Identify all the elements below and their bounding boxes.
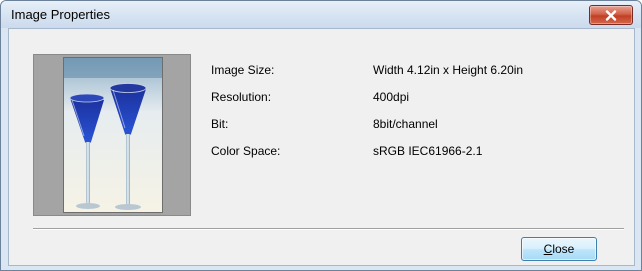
dialog-title: Image Properties [11, 7, 110, 22]
separator-line [33, 228, 624, 230]
color-space-label: Color Space: [211, 144, 281, 158]
close-button-accel: C [543, 242, 553, 256]
image-preview [63, 57, 163, 213]
close-button-rest: lose [552, 242, 575, 256]
color-space-value: sRGB IEC61966-2.1 [373, 144, 483, 158]
image-properties-dialog: Image Properties Image Size: Resolution:… [0, 0, 642, 271]
title-bar[interactable]: Image Properties [1, 1, 641, 28]
bit-label: Bit: [211, 117, 229, 131]
image-size-value: Width 4.12in x Height 6.20in [373, 63, 524, 77]
resolution-value: 400dpi [373, 90, 410, 104]
image-preview-frame [33, 54, 191, 216]
close-button[interactable]: Close [521, 237, 597, 261]
property-values: Width 4.12in x Height 6.20in 400dpi 8bit… [373, 62, 523, 170]
image-size-label: Image Size: [211, 63, 275, 77]
dialog-body: Image Size: Resolution: Bit: Color Space… [8, 28, 635, 266]
cocktail-glasses-image [64, 58, 162, 212]
x-icon [605, 9, 617, 21]
close-x-icon[interactable] [589, 5, 633, 25]
resolution-label: Resolution: [211, 90, 272, 104]
bit-value: 8bit/channel [373, 117, 438, 131]
property-labels: Image Size: Resolution: Bit: Color Space… [211, 62, 280, 170]
